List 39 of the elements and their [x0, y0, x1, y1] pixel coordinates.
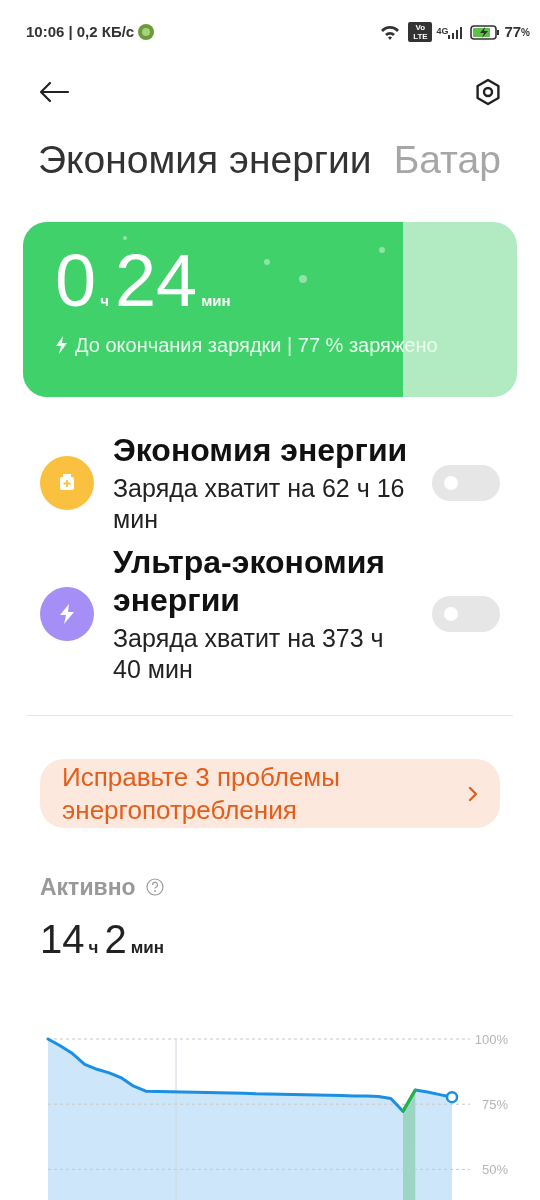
minutes-unit: мин: [201, 291, 231, 311]
tab[interactable]: Батар: [393, 130, 501, 190]
chevron-right-icon: [468, 785, 478, 802]
mode-title: Ультра-экономия энергии: [113, 543, 387, 619]
app-notification-icon: [138, 24, 155, 40]
bolt-icon: [55, 336, 67, 354]
battery-charging-icon: [470, 24, 501, 40]
mode-subtitle: Заряда хватит на 62 ч 16 мин: [113, 473, 406, 535]
settings-button[interactable]: [474, 78, 502, 106]
hours-unit: ч: [100, 291, 109, 311]
volte-text: Vo: [415, 23, 426, 32]
minutes-value: 24: [114, 244, 198, 318]
axis-tick-label: 50%: [481, 1161, 508, 1177]
hours-value: 0: [55, 244, 97, 318]
back-button[interactable]: [38, 79, 70, 105]
toggle-switch[interactable]: [432, 596, 500, 632]
signal-icon: [448, 25, 463, 39]
active-label: Активно: [40, 873, 136, 902]
network-type-text: 4G: [436, 25, 449, 38]
active-hours: 14: [40, 915, 85, 963]
help-icon: [145, 878, 164, 897]
current-point-marker: [445, 1090, 459, 1103]
toggle-switch[interactable]: [432, 465, 500, 501]
volte-text: LTE: [413, 32, 428, 41]
wifi-icon: [380, 24, 401, 40]
mode-subtitle: Заряда хватит на 373 ч 40 мин: [113, 623, 385, 685]
battery-percent-text: 77: [504, 21, 522, 42]
issues-banner[interactable]: Исправьте 3 проблемы энергопотребления: [40, 759, 500, 828]
issues-text: Исправьте 3 проблемы энергопотребления: [62, 761, 341, 826]
active-minutes: 2: [104, 915, 127, 963]
tab[interactable]: Экономия энергии: [38, 130, 372, 190]
hours-unit: ч: [88, 936, 99, 959]
mode-title: Экономия энергии: [113, 431, 409, 469]
percent-sign-text: %: [521, 25, 530, 40]
network-speed-text: | 0,2 КБ/с: [68, 21, 135, 42]
minutes-unit: мин: [130, 936, 164, 959]
axis-tick-label: 75%: [481, 1096, 508, 1112]
clock-text: 10:06: [26, 21, 65, 42]
axis-tick-label: 100%: [474, 1031, 508, 1047]
